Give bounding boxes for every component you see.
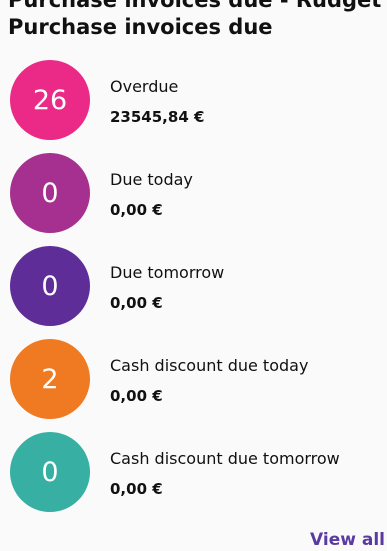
status-row-due-tomorrow[interactable]: 0 Due tomorrow 0,00 €: [0, 246, 387, 339]
count-circle: 26: [10, 60, 90, 140]
status-label: Due tomorrow: [110, 263, 225, 282]
status-label: Cash discount due today: [110, 356, 309, 375]
status-amount: 0,00 €: [110, 294, 163, 312]
status-row-cash-discount-tomorrow[interactable]: 0 Cash discount due tomorrow 0,00 €: [0, 432, 387, 525]
view-all-link[interactable]: View all: [310, 530, 385, 550]
status-label: Overdue: [110, 77, 179, 96]
count-circle: 2: [10, 339, 90, 419]
status-amount: 0,00 €: [110, 480, 163, 498]
status-label: Due today: [110, 170, 193, 189]
count-circle: 0: [10, 246, 90, 326]
widget-title: Purchase invoices due: [8, 15, 273, 39]
status-amount: 0,00 €: [110, 387, 163, 405]
status-label: Cash discount due tomorrow: [110, 449, 340, 468]
count-circle: 0: [10, 432, 90, 512]
status-amount: 23545,84 €: [110, 108, 205, 126]
previous-widget-title: Purchase invoices due - Rudget: [8, 0, 382, 12]
invoice-status-list: 26 Overdue 23545,84 € 0 Due today 0,00 €…: [0, 60, 387, 525]
count-circle: 0: [10, 153, 90, 233]
status-row-overdue[interactable]: 26 Overdue 23545,84 €: [0, 60, 387, 153]
status-amount: 0,00 €: [110, 201, 163, 219]
status-row-cash-discount-today[interactable]: 2 Cash discount due today 0,00 €: [0, 339, 387, 432]
status-row-due-today[interactable]: 0 Due today 0,00 €: [0, 153, 387, 246]
